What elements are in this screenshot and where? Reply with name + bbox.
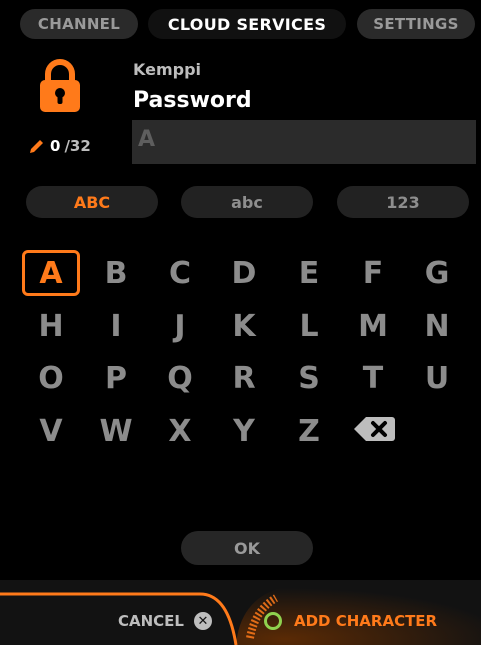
- key-c[interactable]: C: [151, 250, 209, 296]
- tab-channel[interactable]: CHANNEL: [20, 9, 138, 39]
- key-m[interactable]: M: [344, 303, 402, 349]
- mode-uppercase[interactable]: ABC: [26, 186, 158, 218]
- key-u[interactable]: U: [408, 355, 466, 401]
- tab-bar: CHANNEL CLOUD SERVICES SETTINGS: [0, 0, 481, 40]
- pencil-icon: [30, 140, 43, 153]
- key-q[interactable]: Q: [151, 355, 209, 401]
- key-i[interactable]: I: [87, 303, 145, 349]
- key-h[interactable]: H: [22, 303, 80, 349]
- lock-icon: [40, 59, 80, 112]
- key-f[interactable]: F: [344, 250, 402, 296]
- close-circle-icon: ✕: [193, 612, 212, 630]
- character-counter: 0/32: [28, 137, 91, 155]
- key-n[interactable]: N: [408, 303, 466, 349]
- key-y[interactable]: Y: [215, 408, 273, 454]
- key-j[interactable]: J: [151, 303, 209, 349]
- counter-max: /32: [64, 137, 91, 155]
- key-w[interactable]: W: [87, 408, 145, 454]
- tab-cloud-services[interactable]: CLOUD SERVICES: [148, 9, 346, 39]
- key-o[interactable]: O: [22, 355, 80, 401]
- key-e[interactable]: E: [280, 250, 338, 296]
- key-d[interactable]: D: [215, 250, 273, 296]
- key-t[interactable]: T: [344, 355, 402, 401]
- key-g[interactable]: G: [408, 250, 466, 296]
- key-s[interactable]: S: [280, 355, 338, 401]
- tab-settings[interactable]: SETTINGS: [357, 9, 475, 39]
- add-character-label: ADD CHARACTER: [294, 612, 438, 630]
- key-l[interactable]: L: [280, 303, 338, 349]
- add-character-button[interactable]: ADD CHARACTER: [264, 612, 437, 630]
- ring-icon: [264, 612, 282, 630]
- key-b[interactable]: B: [87, 250, 145, 296]
- mode-lowercase[interactable]: abc: [181, 186, 313, 218]
- password-input[interactable]: A: [132, 120, 476, 164]
- key-a[interactable]: A: [22, 250, 80, 296]
- key-k[interactable]: K: [215, 303, 273, 349]
- cancel-label: CANCEL: [118, 612, 184, 630]
- key-z[interactable]: Z: [280, 408, 338, 454]
- key-x[interactable]: X: [151, 408, 209, 454]
- key-v[interactable]: V: [22, 408, 80, 454]
- mode-numbers[interactable]: 123: [337, 186, 469, 218]
- key-r[interactable]: R: [215, 355, 273, 401]
- backspace-icon[interactable]: [352, 414, 396, 444]
- counter-current: 0: [50, 137, 61, 155]
- page-subtitle: Kemppi: [133, 60, 202, 79]
- key-p[interactable]: P: [87, 355, 145, 401]
- page-title: Password: [133, 88, 252, 113]
- cancel-button[interactable]: CANCEL ✕: [118, 612, 212, 630]
- ok-button[interactable]: OK: [181, 531, 313, 565]
